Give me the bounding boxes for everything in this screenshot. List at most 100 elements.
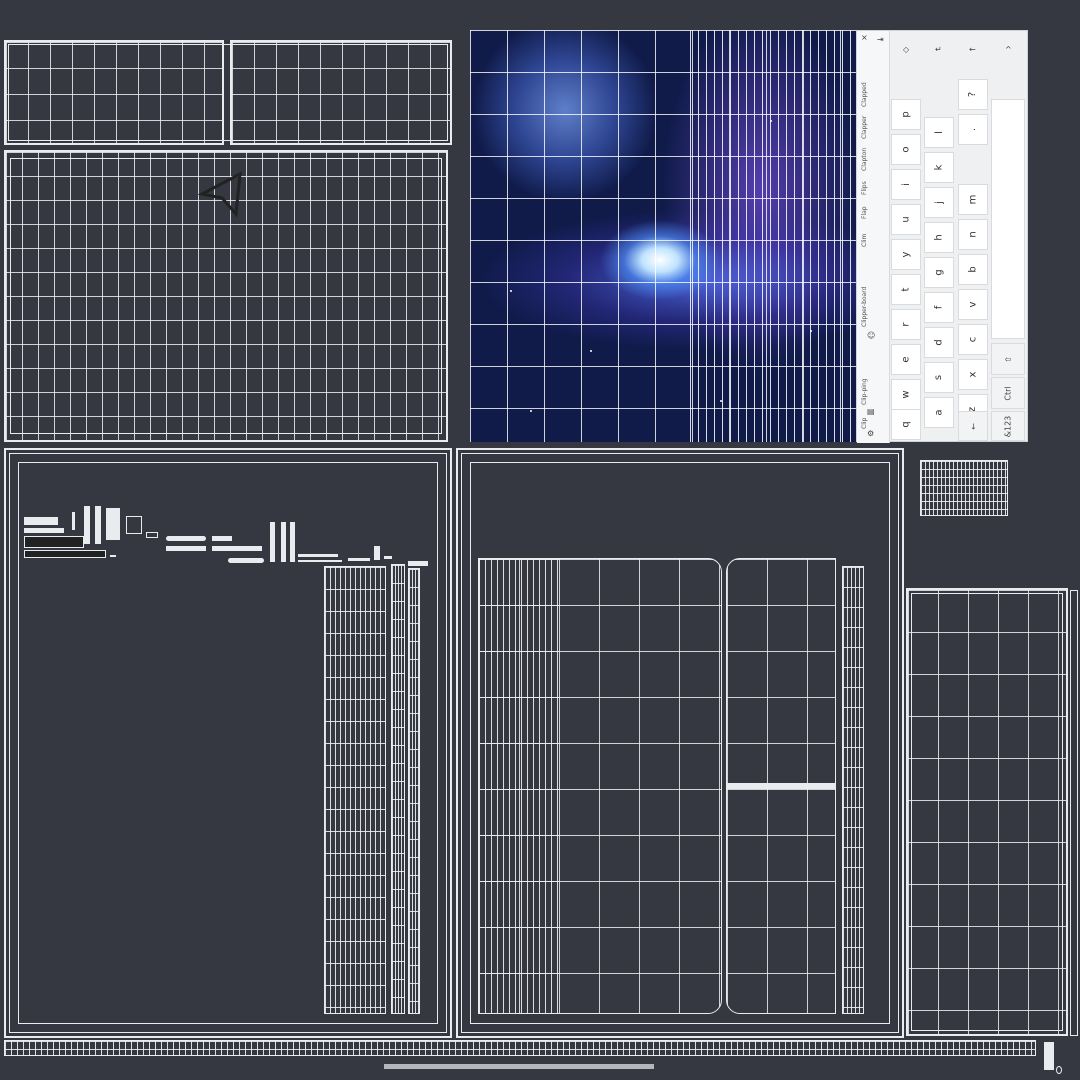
suggestion-item[interactable]: Clim [861,234,868,247]
shift-key[interactable]: ⇧ [991,343,1025,375]
settings-icon[interactable]: ⚙ [867,429,874,438]
uv-strip-tall [324,566,386,1014]
star [770,120,772,122]
uv-panel-divider [727,783,835,789]
num-key[interactable]: &123 [991,411,1025,441]
backspace-icon[interactable]: ← [969,45,976,54]
key-a[interactable]: a [924,397,954,428]
shield-icon[interactable]: ◇ [903,45,909,54]
key-n[interactable]: n [958,219,988,250]
star [530,410,532,412]
suggestion-item[interactable]: Clapton [861,148,868,171]
uv-part [24,550,106,558]
uv-top-strip-inner [8,44,448,141]
space-wallpaper [470,30,856,442]
uv-part [106,508,120,540]
uv-part [146,532,158,538]
uv-corner-part [1056,1066,1062,1074]
key-l[interactable]: l [924,117,954,148]
key-i[interactable]: i [891,169,921,200]
key-e[interactable]: e [891,344,921,375]
space-bar[interactable] [991,99,1025,339]
uv-part [348,558,370,561]
uv-part [384,556,392,559]
star [720,400,722,402]
uv-strip-narrow [391,564,405,1014]
key-question[interactable]: ? [958,79,988,110]
key-p[interactable]: p [891,99,921,130]
uv-back-panel [4,150,448,442]
arrow-cursor-icon [197,171,242,218]
uv-part [298,560,342,562]
star [590,350,592,352]
close-icon[interactable]: × [861,33,868,42]
collapse-icon[interactable]: ^ [1005,45,1012,54]
suggestion-item[interactable]: Flips [861,181,868,195]
uv-inner-panel-right [726,558,836,1014]
touch-keyboard: Clip Clip-ping Clipper-board Clim Flap F… [856,30,1028,443]
uv-part [374,546,380,560]
uv-inner-panel-left [478,558,722,1014]
key-k[interactable]: k [924,152,954,183]
uv-corner-part [1044,1042,1054,1070]
emoji-icon[interactable]: ☺ [867,331,875,340]
suggestion-item[interactable]: Clipper-board [861,287,868,327]
key-o[interactable]: o [891,134,921,165]
uv-strip-mid-narrow [842,566,864,1014]
uv-part [281,522,286,562]
key-w[interactable]: w [891,379,921,410]
uv-part [228,558,264,563]
key-v[interactable]: v [958,289,988,320]
suggestion-bar: Clip Clip-ping Clipper-board Clim Flap F… [857,31,890,443]
key-u[interactable]: u [891,204,921,235]
dock-icon[interactable]: ⇥ [877,35,884,44]
suggestion-item[interactable]: Clip-ping [861,378,868,405]
key-c[interactable]: c [958,324,988,355]
uv-right-panel-inner [911,593,1063,1031]
uv-part [270,522,275,562]
key-y[interactable]: y [891,239,921,270]
uv-strip-narrow-2 [408,568,420,1014]
key-q[interactable]: q [891,409,921,440]
key-d[interactable]: d [924,327,954,358]
key-j[interactable]: j [924,187,954,218]
key-t[interactable]: t [891,274,921,305]
key-period[interactable]: . [958,114,988,145]
key-x[interactable]: x [958,359,988,390]
uv-part [72,512,75,530]
key-r[interactable]: r [891,309,921,340]
enter-icon[interactable]: ↵ [935,45,942,54]
uv-part [126,516,142,534]
uv-part [212,536,232,541]
uv-part [290,522,295,562]
uv-part [110,555,116,557]
key-g[interactable]: g [924,257,954,288]
suggestion-item[interactable]: Clapper [861,116,868,139]
key-s[interactable]: s [924,362,954,393]
uv-part [166,546,206,551]
suggestion-item[interactable]: Flap [861,206,868,219]
uv-part [24,517,58,525]
star [510,290,512,292]
uv-inner-panel-left-dense [479,559,559,1013]
uv-part [84,506,90,544]
key-m[interactable]: m [958,184,988,215]
clipboard-icon[interactable]: ▤ [867,407,875,416]
uv-part [212,546,262,551]
suggestion-item[interactable]: Clip [861,418,868,429]
key-f[interactable]: f [924,292,954,323]
uv-part [408,561,428,566]
key-b[interactable]: b [958,254,988,285]
wallpaper-grid-overlay [470,30,856,442]
uv-part [95,506,101,544]
uv-small-block [920,460,1008,516]
star [810,330,812,332]
uv-bottom-bar [384,1064,654,1069]
suggestion-item[interactable]: Clapped [861,82,868,107]
uv-part [24,536,84,548]
uv-right-panel [906,588,1068,1036]
uv-right-edge-strip [1070,590,1078,1036]
ctrl-key[interactable]: Ctrl [991,377,1025,409]
arrow-left-key[interactable]: ← [958,411,988,441]
key-h[interactable]: h [924,222,954,253]
